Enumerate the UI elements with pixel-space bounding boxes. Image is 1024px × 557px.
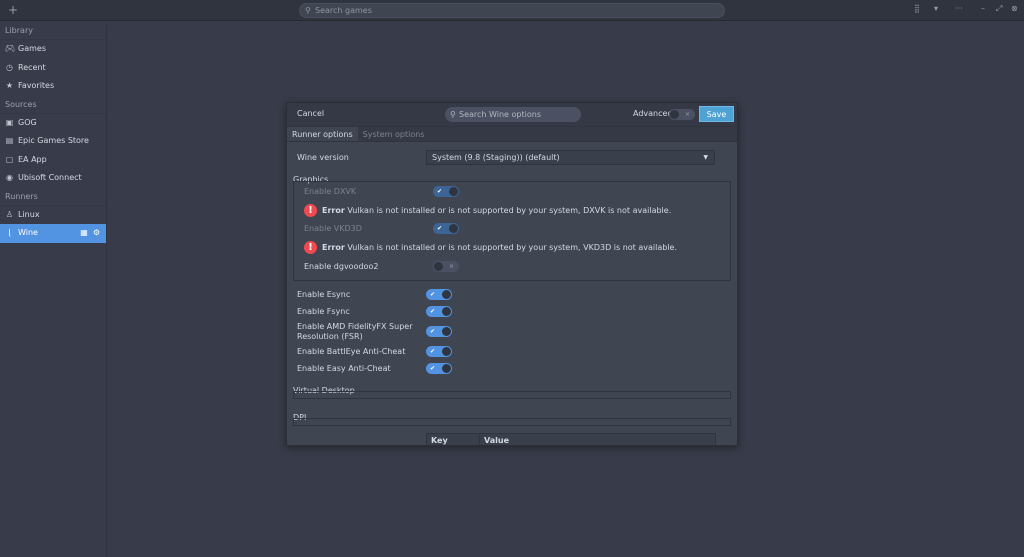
section-runners: Runners — [0, 188, 106, 206]
search-games-input[interactable]: ⚲ Search games — [299, 3, 725, 18]
section-sources: Sources — [0, 96, 106, 114]
label: Ubisoft Connect — [18, 173, 82, 182]
error-word: Error — [322, 206, 345, 215]
dropdown-icon[interactable]: ▾ — [934, 4, 938, 13]
label: Favorites — [18, 81, 55, 90]
maximize-icon[interactable]: ⤢ — [996, 4, 1002, 14]
dxvk-error: ! Error Vulkan is not installed or is not… — [304, 204, 671, 217]
esync-toggle[interactable]: ✔ — [426, 289, 452, 300]
fsr-label: Enable AMD FidelityFX Super Resolution (F… — [297, 322, 413, 342]
wine-options-dialog: Cancel ⚲ Search Wine options Advanced × S… — [286, 102, 738, 446]
minimize-icon[interactable]: – — [981, 4, 985, 13]
sidebar-item-favorites[interactable]: ★ Favorites — [0, 77, 106, 96]
fsr-line1: Enable AMD FidelityFX Super — [297, 322, 413, 331]
label: Recent — [18, 62, 46, 72]
battleye-toggle[interactable]: ✔ — [426, 346, 452, 357]
error-icon: ! — [304, 241, 317, 254]
clock-icon: ◷ — [6, 62, 13, 72]
label: Games — [18, 44, 46, 53]
grid-view-icon[interactable]: ⣿ — [914, 4, 920, 13]
sidebar-item-gog[interactable]: ▣ GOG — [0, 114, 106, 133]
vkd3d-label: Enable VKD3D — [304, 224, 362, 233]
label: GOG — [18, 117, 37, 127]
search-wine-options-input[interactable]: ⚲ Search Wine options — [445, 107, 581, 122]
tab-runner-options[interactable]: Runner options — [287, 127, 358, 141]
close-icon[interactable]: ⊗ — [1011, 4, 1018, 13]
sidebar-item-wine[interactable]: ɭ Wine ▦ ⚙ — [0, 224, 106, 243]
gamepad-icon: 🎮︎ — [5, 44, 16, 53]
cancel-button[interactable]: Cancel — [297, 109, 324, 118]
error-icon: ! — [304, 204, 317, 217]
virtual-desktop-frame — [293, 391, 731, 399]
error-text: Vulkan is not installed or is not suppor… — [347, 243, 677, 252]
manage-versions-icon[interactable]: ▦ — [80, 224, 88, 243]
more-icon[interactable]: ··· — [955, 4, 963, 13]
dgvoodoo2-label: Enable dgvoodoo2 — [304, 262, 379, 271]
fsync-toggle[interactable]: ✔ — [426, 306, 452, 317]
column-header-value[interactable]: Value — [480, 434, 513, 445]
dxvk-toggle[interactable]: ✔ — [433, 186, 459, 197]
sidebar: Library 🎮︎ Games ◷ Recent ★ Favorites Sourc… — [0, 22, 107, 557]
wine-version-select[interactable]: System (9.8 (Staging)) (default) ▼ — [426, 150, 715, 165]
sidebar-item-linux[interactable]: ♙ Linux — [0, 206, 106, 225]
linux-icon: ♙ — [5, 209, 14, 219]
wine-version-label: Wine version — [297, 153, 349, 162]
gog-icon: ▣ — [5, 117, 14, 127]
error-word: Error — [322, 243, 345, 252]
ubisoft-icon: ◉ — [6, 173, 13, 182]
search-placeholder: Search games — [315, 6, 372, 15]
esync-label: Enable Esync — [297, 290, 351, 299]
epic-icon: ▤ — [5, 136, 14, 145]
tab-system-options[interactable]: System options — [358, 127, 430, 141]
sidebar-item-games[interactable]: 🎮︎ Games — [0, 40, 106, 59]
vkd3d-toggle[interactable]: ✔ — [433, 223, 459, 234]
fsync-label: Enable Fsync — [297, 307, 350, 316]
label: EA App — [18, 154, 47, 164]
gear-icon[interactable]: ⚙ — [93, 224, 100, 243]
key-value-table: Key Value — [426, 433, 716, 445]
tab-bar: Runner options System options — [287, 127, 737, 142]
column-header-key[interactable]: Key — [427, 434, 480, 445]
error-text: Vulkan is not installed or is not suppor… — [347, 206, 672, 215]
dgvoodoo2-toggle[interactable]: × — [433, 261, 459, 272]
plus-icon[interactable]: + — [8, 3, 18, 17]
battleye-label: Enable BattlEye Anti-Cheat — [297, 347, 406, 356]
search-placeholder: Search Wine options — [459, 110, 541, 119]
section-library: Library — [0, 22, 106, 40]
label: Wine — [18, 228, 38, 237]
fsr-toggle[interactable]: ✔ — [426, 326, 452, 337]
label: Epic Games Store — [18, 136, 89, 145]
advanced-toggle[interactable]: × — [669, 109, 695, 120]
chevron-down-icon: ▼ — [703, 154, 708, 161]
wine-icon: ɭ — [8, 228, 11, 237]
star-icon: ★ — [5, 81, 14, 90]
dialog-header: Cancel ⚲ Search Wine options Advanced × S… — [287, 103, 737, 127]
eac-label: Enable Easy Anti-Cheat — [297, 364, 391, 373]
sidebar-item-ubisoft[interactable]: ◉ Ubisoft Connect — [0, 169, 106, 188]
advanced-label: Advanced — [633, 109, 673, 118]
vkd3d-error: ! Error Vulkan is not installed or is not… — [304, 241, 677, 254]
selected-value: System (9.8 (Staging)) (default) — [432, 153, 560, 162]
ea-icon: ▢ — [5, 154, 14, 164]
sidebar-item-ea[interactable]: ▢ EA App — [0, 151, 106, 170]
eac-toggle[interactable]: ✔ — [426, 363, 452, 374]
sidebar-item-recent[interactable]: ◷ Recent — [0, 59, 106, 78]
search-icon: ⚲ — [305, 6, 311, 15]
label: Linux — [18, 209, 40, 219]
save-button[interactable]: Save — [699, 106, 734, 122]
search-icon: ⚲ — [450, 110, 456, 119]
header-bar: + ⚲ Search games ⣿ ▾ ··· – ⤢ ⊗ — [0, 0, 1024, 21]
dpi-frame — [293, 418, 731, 426]
sidebar-item-epic[interactable]: ▤ Epic Games Store — [0, 132, 106, 151]
dxvk-label: Enable DXVK — [304, 187, 357, 196]
fsr-line2: Resolution (FSR) — [297, 332, 363, 341]
